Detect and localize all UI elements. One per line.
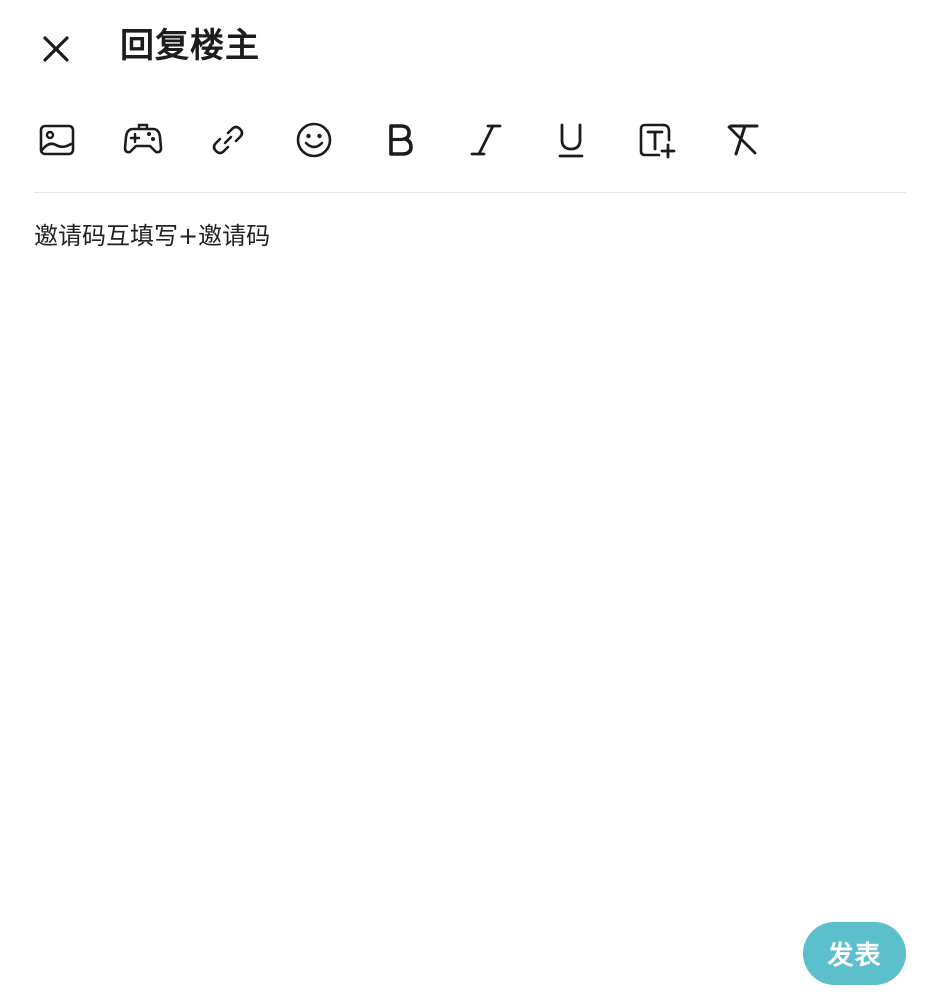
insert-game-button[interactable] — [115, 112, 171, 168]
reply-editor[interactable]: 邀请码互填写+邀请码 — [34, 216, 906, 896]
bold-icon — [389, 124, 413, 156]
bold-button[interactable] — [372, 112, 428, 168]
close-icon — [43, 36, 69, 62]
clear-format-button[interactable] — [715, 112, 771, 168]
clear-format-icon — [727, 124, 759, 156]
italic-button[interactable] — [458, 112, 514, 168]
editor-toolbar — [0, 112, 930, 168]
insert-link-button[interactable] — [200, 112, 256, 168]
image-icon — [39, 124, 75, 156]
italic-icon — [470, 124, 502, 156]
page-title: 回复楼主 — [120, 26, 260, 66]
submit-button[interactable]: 发表 — [803, 922, 906, 985]
header: 回复楼主 — [0, 0, 930, 95]
insert-image-button[interactable] — [29, 112, 85, 168]
text-style-button[interactable] — [629, 112, 685, 168]
toolbar-divider — [34, 192, 906, 193]
close-button[interactable] — [36, 29, 76, 69]
gamepad-icon — [123, 123, 163, 154]
underline-button[interactable] — [543, 112, 599, 168]
underline-icon — [558, 123, 584, 158]
insert-emoji-button[interactable] — [286, 112, 342, 168]
link-icon — [212, 125, 244, 155]
smiley-icon — [296, 122, 332, 158]
text-add-icon — [639, 123, 676, 159]
